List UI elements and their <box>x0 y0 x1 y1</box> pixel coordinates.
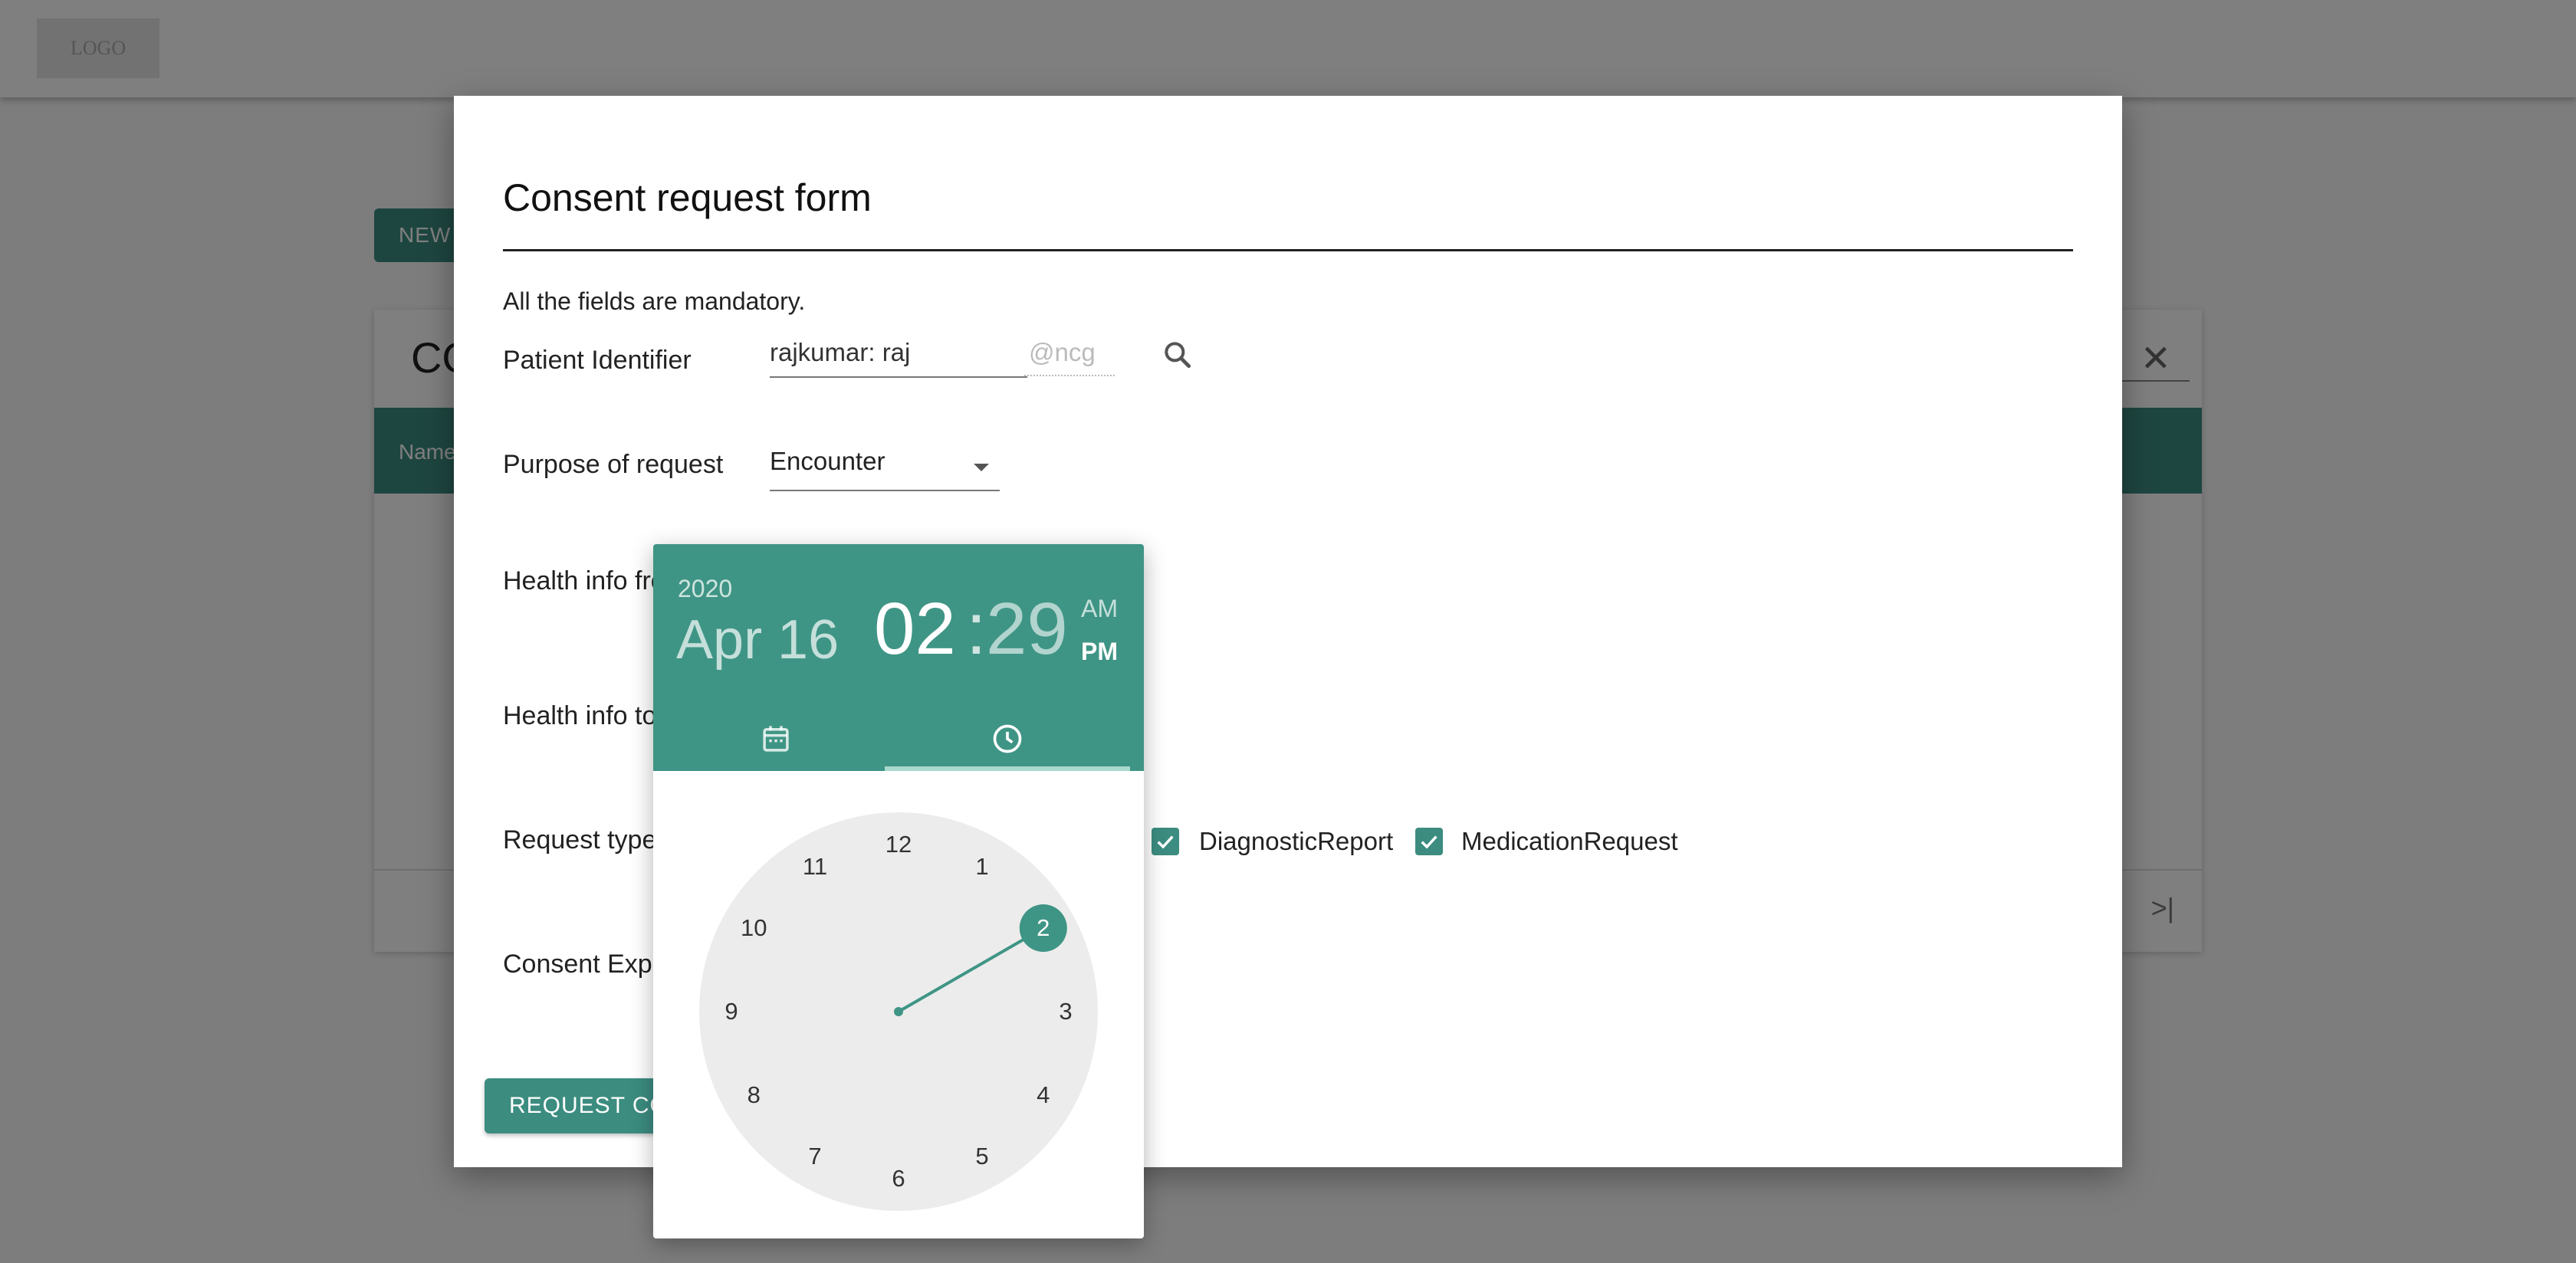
clock-number-10[interactable]: 10 <box>732 907 775 950</box>
health-to-label: Health info to <box>503 701 657 730</box>
medication-request-label[interactable]: MedicationRequest <box>1461 827 1678 856</box>
picker-separator: : <box>966 588 987 670</box>
search-icon[interactable] <box>1161 338 1194 372</box>
tab-indicator <box>885 766 1130 771</box>
clock-number-4[interactable]: 4 <box>1022 1074 1065 1117</box>
clock-number-5[interactable]: 5 <box>961 1135 1004 1178</box>
clock-hand-layer <box>894 904 1067 1016</box>
clock-number-1[interactable]: 1 <box>961 845 1004 888</box>
clock-number-9[interactable]: 9 <box>710 990 753 1033</box>
picker-hour[interactable]: 02 <box>874 587 956 671</box>
clock-number-12[interactable]: 12 <box>877 823 920 866</box>
chevron-down-icon <box>974 464 989 471</box>
tab-date[interactable] <box>653 707 899 771</box>
check-icon <box>1157 835 1174 849</box>
patient-identifier-label: Patient Identifier <box>503 346 692 375</box>
health-from-label: Health info fro <box>503 566 665 595</box>
picker-year[interactable]: 2020 <box>678 575 732 603</box>
clock-number-2[interactable]: 2 <box>1022 907 1065 950</box>
purpose-label: Purpose of request <box>503 450 724 479</box>
purpose-select[interactable]: Encounter <box>770 447 1000 491</box>
diagnostic-report-label[interactable]: DiagnosticReport <box>1199 827 1393 856</box>
picker-date[interactable]: Apr 16 <box>676 609 839 671</box>
diagnostic-report-checkbox[interactable] <box>1152 828 1179 855</box>
calendar-icon <box>763 726 789 752</box>
request-type-label: Request type <box>503 825 657 855</box>
tab-time[interactable] <box>885 707 1130 771</box>
picker-am[interactable]: AM <box>1081 595 1118 623</box>
patient-identifier-suffix: @ncg <box>1024 338 1115 376</box>
mandatory-note: All the fields are mandatory. <box>503 287 806 315</box>
clock-number-8[interactable]: 8 <box>732 1074 775 1117</box>
purpose-select-value: Encounter <box>770 447 886 475</box>
dialog-title: Consent request form <box>503 176 872 219</box>
datetime-picker: 2020 Apr 16 02 : 29 AM PM 12 1 2 3 4 5 6… <box>653 544 1144 1238</box>
clock-number-7[interactable]: 7 <box>794 1135 836 1178</box>
clock-number-11[interactable]: 11 <box>794 845 836 888</box>
picker-pm[interactable]: PM <box>1081 638 1118 666</box>
medication-request-checkbox[interactable] <box>1415 828 1443 855</box>
clock-number-6[interactable]: 6 <box>877 1157 920 1200</box>
clock-face[interactable]: 12 1 2 3 4 5 6 7 8 9 10 11 <box>699 812 1098 1211</box>
picker-header: 2020 Apr 16 02 : 29 AM PM <box>653 544 1144 771</box>
check-icon <box>1421 835 1438 849</box>
consent-expiry-label: Consent Expir <box>503 950 667 979</box>
clock-number-3[interactable]: 3 <box>1044 990 1087 1033</box>
title-divider <box>503 249 2073 251</box>
clock-icon <box>993 724 1022 753</box>
picker-minute[interactable]: 29 <box>986 587 1068 671</box>
patient-identifier-input[interactable]: rajkumar: raj <box>770 338 1027 378</box>
clock-center <box>894 1007 903 1016</box>
